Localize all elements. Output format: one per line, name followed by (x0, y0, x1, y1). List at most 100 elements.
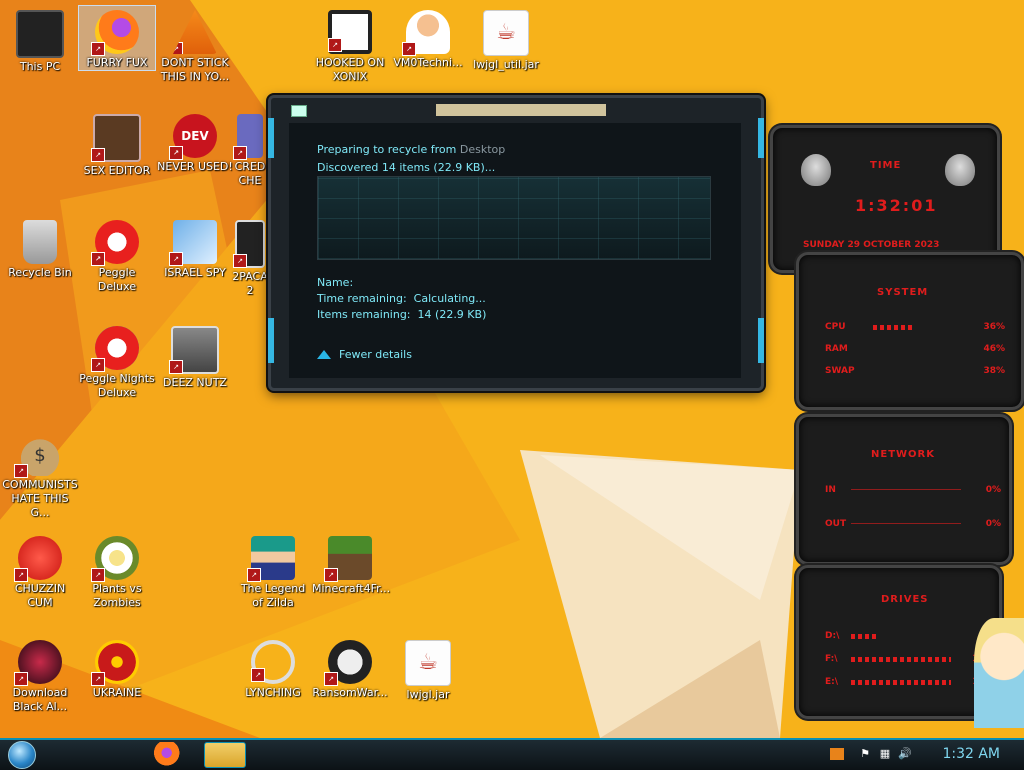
monitor-icon (16, 10, 64, 58)
flag-icon[interactable]: ⚑ (858, 748, 872, 760)
desktop-icon-minecraft[interactable]: ↗ Minecraft4Fr... (312, 532, 391, 596)
icon-label: Peggle Nights Deluxe (79, 372, 155, 399)
icon-label: RansomWar... (312, 686, 388, 699)
dialog-title-bar[interactable] (436, 104, 606, 116)
progress-graph (317, 176, 711, 260)
desktop-icon-2paca[interactable]: ↗ 2PACA 2 (230, 216, 270, 298)
desktop-icon-deez-nutz[interactable]: ↗ DEEZ NUTZ (157, 322, 233, 390)
desktop-icon-plants-vs-zombies[interactable]: ↗ Plants vs Zombies (79, 532, 155, 610)
system-gadget[interactable]: System CPU 36% RAM 46% SWAP 38% (796, 252, 1024, 410)
icon-label: Minecraft4Fr... (312, 582, 391, 595)
desktop-icon-furry-fux[interactable]: ↗ FURRY FUX (78, 5, 156, 71)
desktop-icon-ransomware[interactable]: ↗ RansomWar... (312, 636, 388, 700)
ram-label: RAM (825, 344, 848, 354)
doctor-avatar-icon: ↗ (402, 10, 450, 56)
desktop-icon-dont-stick[interactable]: ↗ DONT STICK THIS IN YO... (157, 6, 233, 84)
time-gadget[interactable]: Time 1:32:01 Sunday 29 October 2023 (770, 125, 1000, 273)
desktop-icon-never-used[interactable]: DEV ↗ NEVER USED! (157, 110, 233, 174)
dialog-body: Preparing to recycle from Desktop Discov… (289, 123, 741, 378)
firefox-icon: ↗ (91, 10, 139, 56)
flower-icon: ↗ (91, 536, 139, 582)
network-out-value: 0% (985, 519, 1001, 529)
dialog-edge-accent (268, 118, 274, 158)
name-label: Name: (317, 276, 354, 289)
network-in-label: IN (825, 485, 836, 495)
desktop-icon-ukraine[interactable]: ↗ UKRAINE (79, 636, 155, 700)
rope-icon: ↗ (251, 640, 295, 684)
icon-label: COMMUNISTS HATE THIS G... (2, 478, 78, 519)
desktop-icon-peggle-nights[interactable]: ↗ Peggle Nights Deluxe (79, 322, 155, 400)
skull-icon: ↗ (324, 640, 372, 686)
system-gadget-title: System (877, 287, 929, 298)
money-bag-icon: $ ↗ (14, 432, 62, 478)
grass-block-icon: ↗ (324, 536, 372, 582)
java-icon: ☕ (405, 640, 451, 686)
icon-label: lwjgl_util.jar (473, 58, 539, 71)
drives-gadget[interactable]: Drives D:\ F:\ 100 E:\ 100 (796, 565, 1002, 719)
icon-label: DEEZ NUTZ (163, 376, 227, 389)
recycle-progress-dialog[interactable]: Preparing to recycle from Desktop Discov… (268, 95, 764, 391)
fewer-details-button[interactable]: Fewer details (317, 348, 412, 361)
desktop-icon-lwjgl-jar[interactable]: ☕ lwjgl.jar (390, 636, 466, 702)
volume-icon[interactable]: 🔊 (898, 748, 912, 760)
icon-label: Recycle Bin (8, 266, 72, 279)
drive-d-bar (851, 634, 879, 639)
network-in-value: 0% (985, 485, 1001, 495)
cpu-bar (873, 325, 913, 330)
status-prefix: Preparing to recycle from (317, 143, 460, 156)
network-icon[interactable]: ▦ (878, 748, 892, 760)
drives-gadget-title: Drives (881, 594, 929, 605)
network-gadget-title: Network (871, 449, 936, 460)
app-icon: ↗ (233, 220, 265, 268)
calculator-icon: ↗ (233, 114, 263, 160)
icon-label: lwjgl.jar (406, 688, 450, 701)
icon-label: Download Black Al... (12, 686, 68, 713)
desktop-icon-cred-che[interactable]: ↗ CRED CHE (230, 110, 270, 188)
desktop-icon-chuzzin-cum[interactable]: ↗ CHUZZIN CUM (2, 532, 78, 610)
desktop-icon-israel-spy[interactable]: ↗ ISRAEL SPY (157, 216, 233, 280)
network-in-graph (851, 489, 961, 490)
stacked-windows-icon: ↗ (169, 326, 219, 374)
icon-label: CHUZZIN CUM (14, 582, 66, 609)
taskbar-clock[interactable]: 1:32 AM (942, 746, 1000, 762)
desktop-icon-download-black[interactable]: ↗ Download Black Al... (2, 636, 78, 714)
dialog-edge-accent (268, 318, 274, 363)
ram-value: 46% (983, 344, 1005, 354)
desktop-icon-peggle-deluxe[interactable]: ↗ Peggle Deluxe (79, 216, 155, 294)
icon-label: SEX EDITOR (83, 164, 151, 177)
status-location: Desktop (459, 143, 506, 156)
icon-label: LYNCHING (245, 686, 301, 699)
drive-e-bar (851, 680, 951, 685)
desktop-icon-sex-editor[interactable]: ↗ SEX EDITOR (79, 110, 155, 178)
desktop-icon-legend-of-zilda[interactable]: ↗ The Legend of Zilda (235, 532, 311, 610)
icon-label: VM0Techni... (393, 56, 463, 69)
status-line-preparing: Preparing to recycle from Desktop (317, 143, 505, 156)
icon-label: 2PACA 2 (232, 270, 268, 297)
icon-label: DONT STICK THIS IN YO... (160, 56, 230, 83)
desktop-icon-vm0techni[interactable]: ↗ VM0Techni... (390, 6, 466, 70)
items-remaining-row: Items remaining: 14 (22.9 KB) (317, 308, 486, 321)
icon-label: UKRAINE (92, 686, 142, 699)
gadget-date: Sunday 29 October 2023 (803, 240, 940, 250)
vlc-cone-icon: ↗ (173, 10, 217, 54)
file-explorer-taskbar-icon[interactable] (204, 742, 246, 768)
network-gadget[interactable]: Network IN 0% OUT 0% (796, 414, 1012, 565)
start-orb-icon[interactable] (8, 741, 36, 769)
dialog-edge-accent (758, 318, 764, 363)
icon-label: The Legend of Zilda (240, 582, 306, 609)
swap-value: 38% (983, 366, 1005, 376)
desktop-icon-recycle-bin[interactable]: Recycle Bin (2, 216, 78, 280)
app-tray-icon[interactable] (830, 748, 844, 760)
icon-label: Plants vs Zombies (92, 582, 142, 609)
xonix-game-icon: ↗ (328, 10, 372, 54)
desktop-icon-communists[interactable]: $ ↗ COMMUNISTS HATE THIS G... (2, 428, 78, 520)
drive-f-bar (851, 657, 951, 662)
desktop-icon-lynching[interactable]: ↗ LYNCHING (235, 636, 311, 700)
java-icon: ☕ (483, 10, 529, 56)
desktop-icon-hooked-on-xonix[interactable]: ↗ HOOKED ON XONIX (312, 6, 388, 84)
firefox-taskbar-icon[interactable] (148, 742, 182, 766)
chuzzle-icon: ↗ (14, 536, 62, 582)
desktop-icon-lwjgl-util-jar[interactable]: ☕ lwjgl_util.jar (468, 6, 544, 72)
time-remaining-label: Time remaining: (317, 292, 407, 305)
desktop-icon-this-pc[interactable]: This PC (2, 6, 78, 74)
